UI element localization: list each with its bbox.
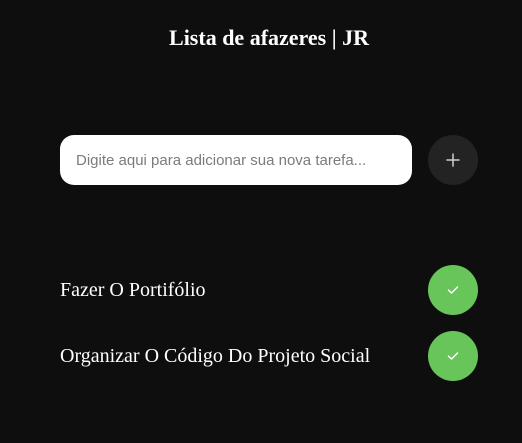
complete-task-button[interactable] xyxy=(428,331,478,381)
add-task-button[interactable] xyxy=(428,135,478,185)
task-text: Fazer O Portifólio xyxy=(60,279,206,301)
complete-task-button[interactable] xyxy=(428,265,478,315)
page-title: Lista de afazeres | JR xyxy=(169,25,369,50)
check-icon xyxy=(447,351,459,361)
task-item: Fazer O Portifólio xyxy=(60,265,478,315)
plus-icon xyxy=(446,153,460,167)
task-list: Fazer O Portifólio Organizar O Código Do… xyxy=(60,265,478,397)
new-task-input[interactable] xyxy=(60,135,412,185)
task-text: Organizar O Código Do Projeto Social xyxy=(60,345,371,367)
check-icon xyxy=(447,285,459,295)
task-item: Organizar O Código Do Projeto Social xyxy=(60,331,478,381)
